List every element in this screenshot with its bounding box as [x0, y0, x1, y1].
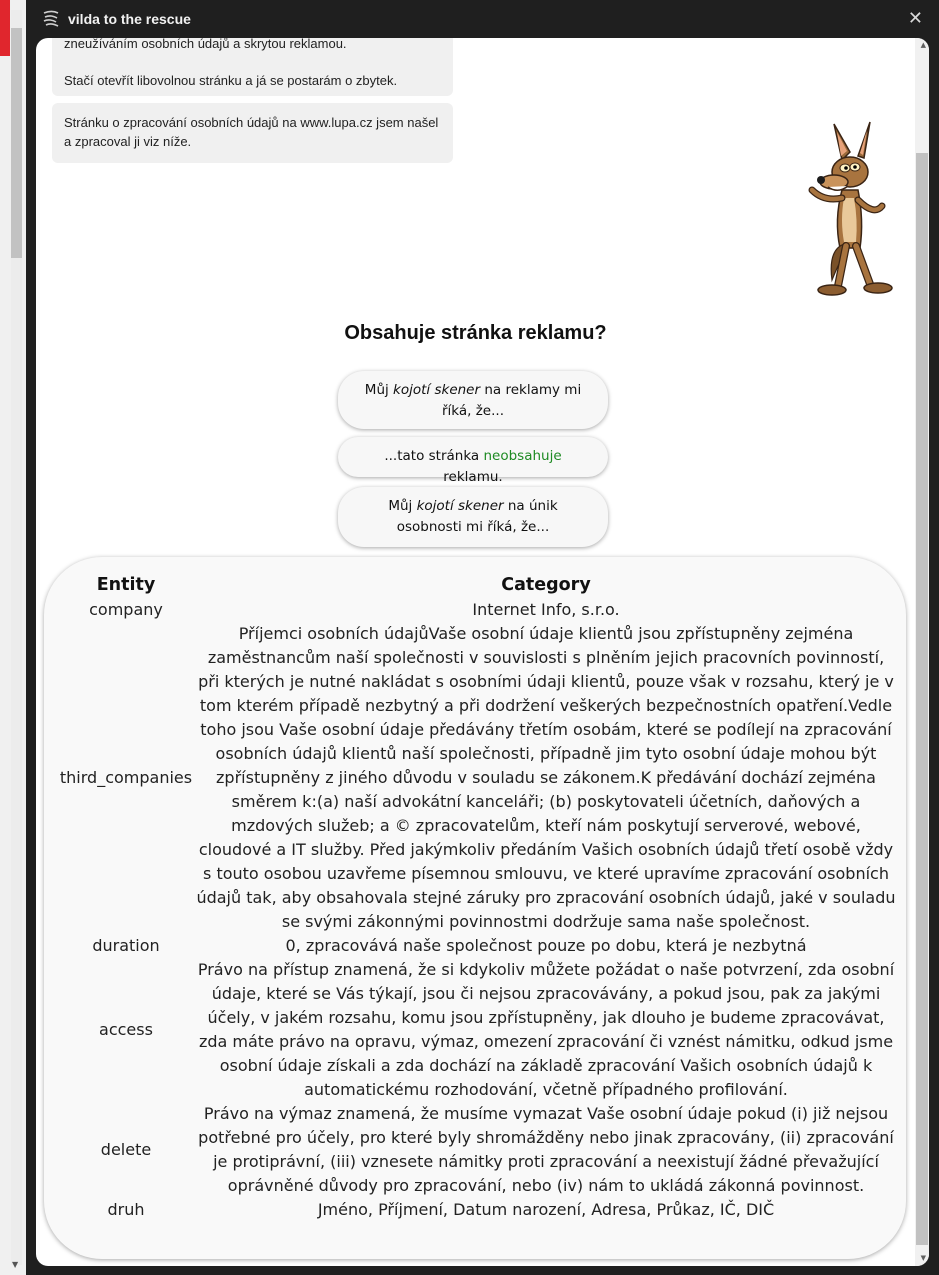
panel-content: zneužíváním osobních údajů a skrytou rek… — [36, 38, 929, 1266]
panel-scrollbar-thumb[interactable] — [916, 153, 928, 1245]
entity-cell: delete — [100, 1140, 152, 1159]
ads-section-heading: Obsahuje stránka reklamu? — [344, 322, 607, 344]
bubble2-suffix: reklamu. — [443, 469, 503, 485]
browser-side-strip: ▼ — [0, 0, 27, 1275]
page-scrollbar-thumb[interactable] — [11, 28, 22, 258]
browser-tab-marker — [0, 0, 10, 56]
table-row: duration 0, zpracovává naše společnost p… — [56, 934, 896, 958]
coyote-mascot-image — [808, 121, 893, 296]
table-row: third_companies Příjemci osobních údajůV… — [56, 622, 896, 934]
entity-cell: company — [89, 600, 163, 619]
entity-table-card: Entity Category company Internet Info, s… — [44, 557, 906, 1259]
ad-scanner-bubble: Můj kojotí skener na reklamy mi říká, že… — [338, 371, 608, 429]
table-row: access Právo na přístup znamená, že si k… — [56, 958, 896, 1102]
entity-cell: third_companies — [59, 768, 193, 787]
bubble1-emphasis: kojotí skener — [393, 382, 481, 398]
chat-message-found: Stránku o zpracování osobních údajů na w… — [52, 103, 453, 163]
close-icon[interactable]: ✕ — [908, 8, 923, 29]
category-cell: Příjemci osobních údajůVaše osobní údaje… — [196, 624, 896, 931]
category-cell: Právo na přístup znamená, že si kdykoliv… — [197, 960, 895, 1099]
category-cell: 0, zpracovává naše společnost pouze po d… — [285, 936, 807, 955]
table-header-row: Entity Category — [56, 571, 896, 598]
table-row: druh Jméno, Příjmení, Datum narození, Ad… — [56, 1198, 896, 1222]
entity-column-header: Entity — [96, 574, 156, 595]
scroll-down-arrow-icon[interactable]: ▼ — [921, 1254, 926, 1262]
intro-action-text: Stačí otevřít libovolnou stránku a já se… — [64, 73, 398, 88]
ad-result-bubble: ...tato stránka neobsahuje reklamu. — [338, 437, 608, 485]
bubble2-prefix: ...tato stránka — [384, 448, 484, 464]
panel-titlebar: vilda to the rescue ✕ — [26, 0, 939, 38]
entity-table: Entity Category company Internet Info, s… — [56, 571, 896, 1222]
panel-title: vilda to the rescue — [68, 11, 191, 27]
scroll-down-arrow-icon[interactable]: ▼ — [12, 1260, 18, 1269]
table-row: delete Právo na výmaz znamená, že musíme… — [56, 1102, 896, 1198]
chat-message-intro: zneužíváním osobních údajů a skrytou rek… — [52, 38, 453, 96]
category-cell: Jméno, Příjmení, Datum narození, Adresa,… — [317, 1200, 775, 1219]
bubble1-prefix: Můj — [364, 382, 394, 398]
category-cell: Internet Info, s.r.o. — [472, 600, 620, 619]
entity-cell: access — [99, 1020, 153, 1039]
privacy-scanner-bubble: Můj kojotí skener na únik osobnosti mi ř… — [338, 487, 608, 547]
category-cell: Právo na výmaz znamená, že musíme vymaza… — [198, 1104, 894, 1195]
bubble3-prefix: Můj — [388, 498, 417, 514]
entity-cell: duration — [92, 936, 160, 955]
extension-panel: vilda to the rescue ✕ zneužíváním osobní… — [26, 0, 939, 1275]
intro-text-cut: zneužíváním osobních údajů a skrytou rek… — [64, 38, 347, 51]
category-column-header: Category — [501, 574, 591, 595]
vilda-swirl-icon — [43, 10, 59, 27]
bubble3-emphasis: kojotí skener — [416, 498, 504, 514]
table-row: company Internet Info, s.r.o. — [56, 598, 896, 622]
entity-cell: druh — [107, 1200, 145, 1219]
ad-result-highlight: neobsahuje — [483, 448, 562, 464]
scroll-up-arrow-icon[interactable]: ▲ — [921, 41, 926, 49]
